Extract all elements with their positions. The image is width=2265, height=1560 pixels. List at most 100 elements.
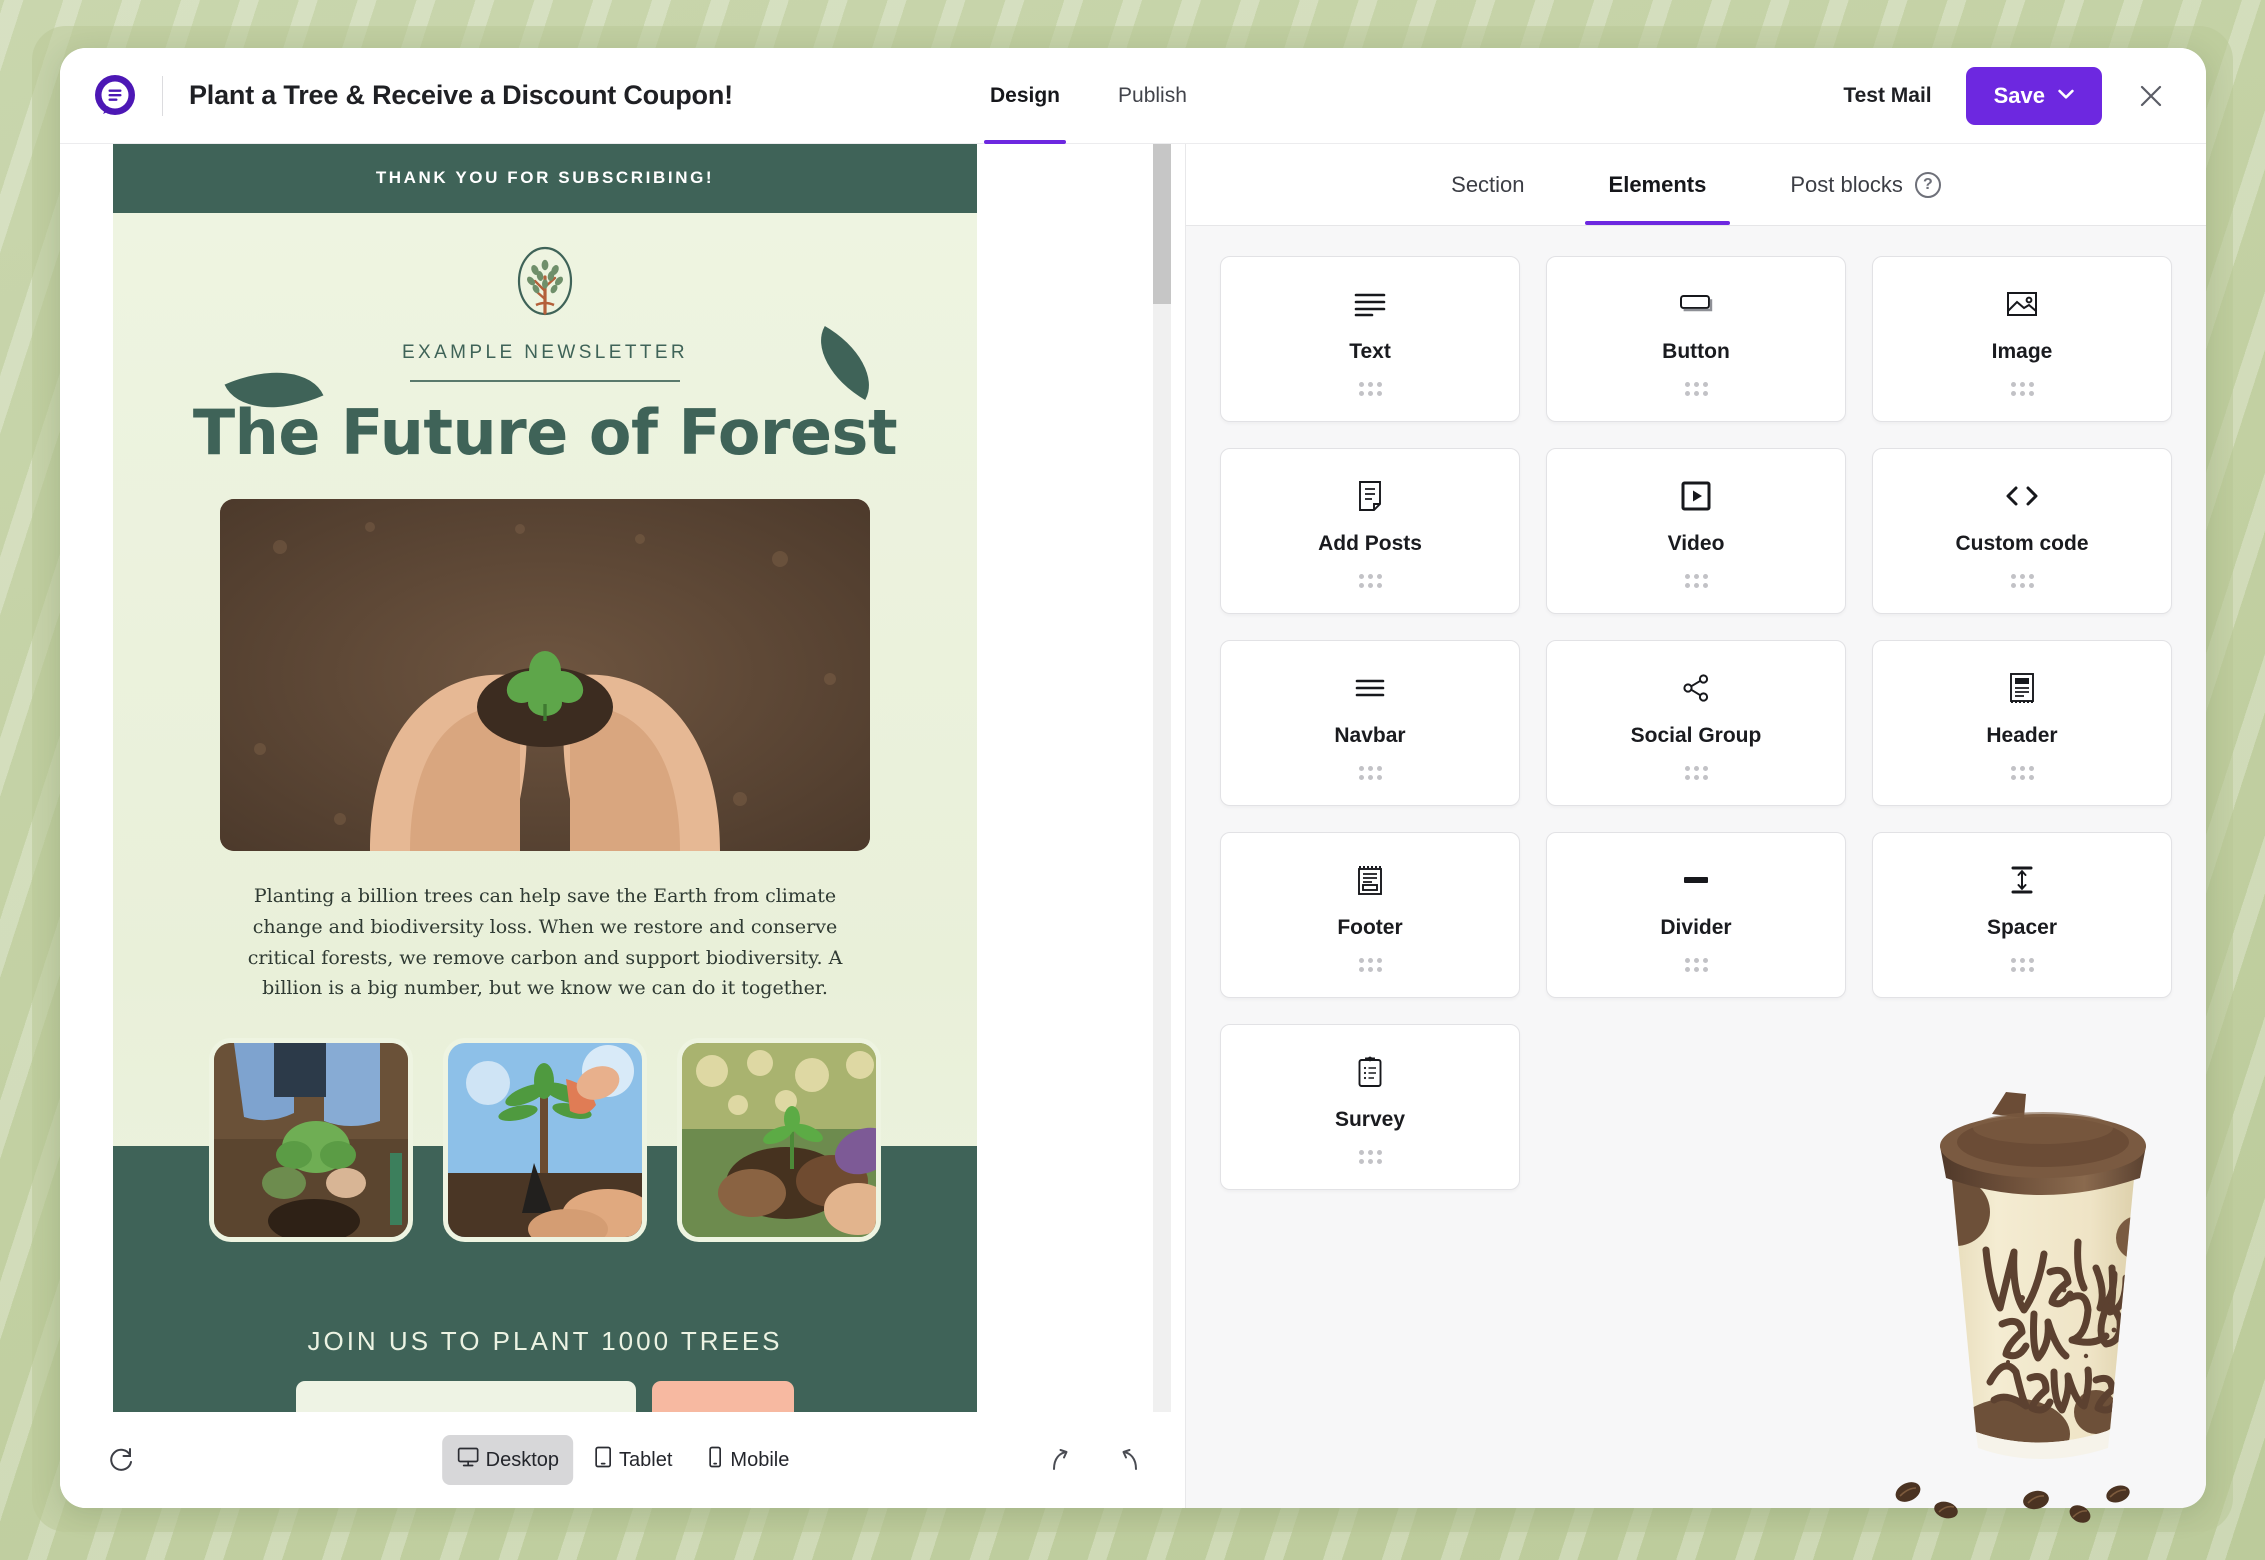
tab-publish[interactable]: Publish xyxy=(1118,48,1187,144)
drag-handle[interactable] xyxy=(1684,574,1708,588)
drag-handle[interactable] xyxy=(2010,766,2034,780)
email-announcement-bar: THANK YOU FOR SUBSCRIBING! xyxy=(113,144,977,213)
drag-handle[interactable] xyxy=(2010,958,2034,972)
spacer-arrows-icon xyxy=(2007,858,2037,902)
email-hero-image[interactable] xyxy=(220,499,870,851)
elements-grid: Text Button Image Add Posts Video Custom… xyxy=(1220,256,2172,1190)
clipboard-survey-icon xyxy=(1356,1050,1384,1094)
canvas-toolbar: Desktop Tablet Mobile xyxy=(60,1412,1185,1508)
button-icon xyxy=(1679,282,1713,326)
element-card-add-posts[interactable]: Add Posts xyxy=(1220,448,1520,614)
element-card-social-group[interactable]: Social Group xyxy=(1546,640,1846,806)
panel-tab-section[interactable]: Section xyxy=(1451,144,1524,225)
device-mobile-label: Mobile xyxy=(730,1448,790,1471)
element-card-spacer[interactable]: Spacer xyxy=(1872,832,2172,998)
element-label: Button xyxy=(1662,340,1730,363)
element-label: Navbar xyxy=(1334,724,1406,747)
element-label: Add Posts xyxy=(1318,532,1422,555)
video-play-icon xyxy=(1681,474,1711,518)
element-card-custom-code[interactable]: Custom code xyxy=(1872,448,2172,614)
panel-tab-bar: Section Elements Post blocks ? xyxy=(1186,144,2206,226)
element-label: Spacer xyxy=(1986,916,2058,939)
drag-handle[interactable] xyxy=(1684,958,1708,972)
test-mail-button[interactable]: Test Mail xyxy=(1837,76,1937,116)
image-icon xyxy=(2006,282,2038,326)
redo-arrow-icon[interactable] xyxy=(1039,1439,1081,1481)
element-card-image[interactable]: Image xyxy=(1872,256,2172,422)
drag-handle[interactable] xyxy=(1358,958,1382,972)
canvas-scrollbar-thumb[interactable] xyxy=(1153,144,1171,304)
device-mobile-button[interactable]: Mobile xyxy=(692,1435,803,1485)
email-thumbnail-row xyxy=(113,1038,977,1243)
code-brackets-icon xyxy=(2003,474,2041,518)
element-label: Custom code xyxy=(1955,532,2089,555)
drag-handle[interactable] xyxy=(2010,574,2034,588)
panel-tab-post-blocks[interactable]: Post blocks ? xyxy=(1790,144,1941,225)
panel-tab-elements[interactable]: Elements xyxy=(1584,144,1731,225)
device-preview-group: Desktop Tablet Mobile xyxy=(441,1435,804,1485)
email-signup-submit-button[interactable] xyxy=(652,1381,794,1412)
tab-design[interactable]: Design xyxy=(983,48,1067,144)
save-button[interactable]: Save xyxy=(1965,66,2102,125)
device-tablet-label: Tablet xyxy=(619,1448,673,1471)
history-controls xyxy=(1039,1439,1151,1481)
email-body-copy[interactable]: Planting a billion trees can help save t… xyxy=(113,851,977,1038)
element-card-video[interactable]: Video xyxy=(1546,448,1846,614)
element-card-button[interactable]: Button xyxy=(1546,256,1846,422)
drag-handle[interactable] xyxy=(2010,382,2034,396)
device-desktop-button[interactable]: Desktop xyxy=(441,1435,574,1485)
top-bar: Plant a Tree & Receive a Discount Coupon… xyxy=(60,48,2206,144)
elements-panel: Section Elements Post blocks ? Text Butt… xyxy=(1186,144,2206,1508)
element-label: Footer xyxy=(1337,916,1403,939)
email-signup-input[interactable] xyxy=(296,1381,636,1412)
elements-scroll-area[interactable]: Text Button Image Add Posts Video Custom… xyxy=(1186,226,2206,1508)
email-thumbnail-2[interactable] xyxy=(443,1038,647,1243)
element-card-survey[interactable]: Survey xyxy=(1220,1024,1520,1190)
drag-handle[interactable] xyxy=(1684,766,1708,780)
element-card-navbar[interactable]: Navbar xyxy=(1220,640,1520,806)
chat-list-logo-icon[interactable] xyxy=(90,71,140,121)
element-label: Survey xyxy=(1334,1108,1406,1131)
element-card-divider[interactable]: Divider xyxy=(1546,832,1846,998)
email-hero-section: EXAMPLE NEWSLETTER The Future of Forest xyxy=(113,213,977,1412)
email-thumbnail-3[interactable] xyxy=(677,1038,881,1243)
device-desktop-label: Desktop xyxy=(485,1448,560,1471)
element-card-text[interactable]: Text xyxy=(1220,256,1520,422)
share-nodes-icon xyxy=(1681,666,1711,710)
canvas-scrollbar[interactable] xyxy=(1153,144,1171,1412)
email-preview[interactable]: THANK YOU FOR SUBSCRIBING! EXAMPLE NEWSL… xyxy=(113,144,977,1412)
drag-handle[interactable] xyxy=(1358,766,1382,780)
email-thumbnail-1[interactable] xyxy=(209,1038,413,1243)
hamburger-menu-icon xyxy=(1354,666,1386,710)
element-label: Divider xyxy=(1660,916,1732,939)
email-signup-form xyxy=(113,1381,977,1412)
workspace: THANK YOU FOR SUBSCRIBING! EXAMPLE NEWSL… xyxy=(60,144,2206,1508)
email-canvas-scroll-area[interactable]: THANK YOU FOR SUBSCRIBING! EXAMPLE NEWSL… xyxy=(60,144,1185,1412)
element-label: Video xyxy=(1667,532,1725,555)
app-window: Plant a Tree & Receive a Discount Coupon… xyxy=(60,48,2206,1508)
tablet-icon xyxy=(593,1445,613,1475)
divider-bar-icon xyxy=(1679,858,1713,902)
page-title: Plant a Tree & Receive a Discount Coupon… xyxy=(189,80,733,110)
footer-block-icon xyxy=(1356,858,1384,902)
drag-handle[interactable] xyxy=(1358,574,1382,588)
drag-handle[interactable] xyxy=(1358,1150,1382,1164)
email-canvas-column: THANK YOU FOR SUBSCRIBING! EXAMPLE NEWSL… xyxy=(60,144,1186,1508)
email-tree-logo-icon xyxy=(113,243,977,332)
drag-handle[interactable] xyxy=(1358,382,1382,396)
email-brand-rule xyxy=(410,380,680,382)
element-card-footer[interactable]: Footer xyxy=(1220,832,1520,998)
element-card-header[interactable]: Header xyxy=(1872,640,2172,806)
device-tablet-button[interactable]: Tablet xyxy=(579,1435,686,1485)
element-label: Image xyxy=(1991,340,2053,363)
undo-arrow-icon[interactable] xyxy=(1109,1439,1151,1481)
desktop-icon xyxy=(456,1445,480,1475)
close-icon[interactable] xyxy=(2130,75,2172,117)
refresh-icon[interactable] xyxy=(100,1438,144,1482)
chevron-down-icon xyxy=(2058,88,2074,103)
drag-handle[interactable] xyxy=(1684,382,1708,396)
text-lines-icon xyxy=(1353,282,1387,326)
email-headline[interactable]: The Future of Forest xyxy=(113,396,977,469)
help-circle-icon[interactable]: ? xyxy=(1914,171,1941,198)
title-divider xyxy=(162,75,163,116)
